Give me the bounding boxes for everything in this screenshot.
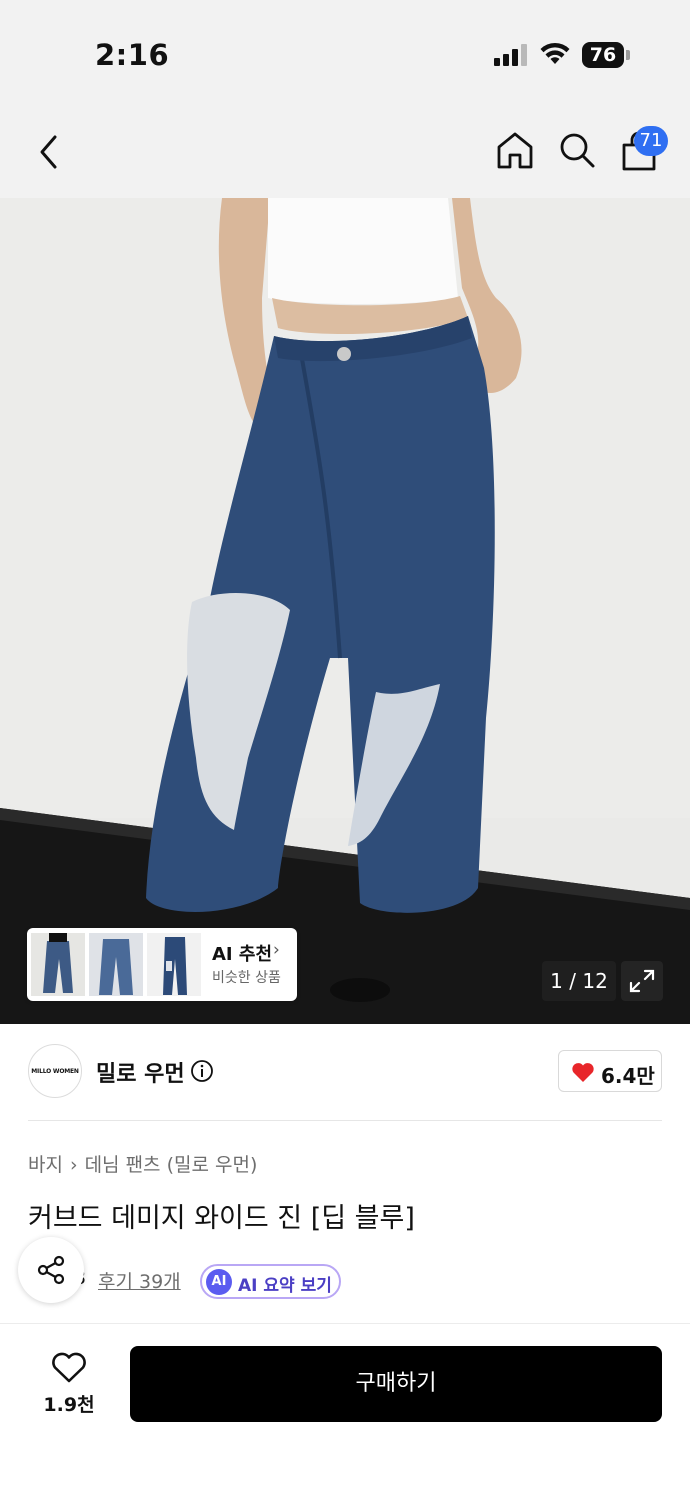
wifi-icon [540,42,570,64]
info-icon[interactable] [190,1059,214,1083]
brand-like-count: 6.4만 [601,1064,655,1088]
cellular-signal-icon [494,44,528,66]
ai-summary-label: AI 요약 보기 [238,1276,332,1296]
product-title: 커브드 데미지 와이드 진 [딥 블루] [28,1203,415,1234]
reviews-link[interactable]: 후기 39개 [98,1267,181,1294]
product-image-carousel[interactable]: AI 추천 › 비슷한 상품 1 / 12 [0,198,690,1024]
heart-outline-icon [52,1352,86,1383]
wishlist-button[interactable]: 1.9천 [30,1348,108,1420]
battery-indicator: 76 [582,42,624,68]
breadcrumb-separator: › [69,1154,78,1176]
cart-count-badge: 71 [634,126,668,156]
brand-name[interactable]: 밀로 우먼 [96,1056,185,1088]
bottom-action-bar: 1.9천 구매하기 [0,1323,690,1500]
ai-badge-icon: AI [206,1269,232,1295]
ai-summary-button[interactable]: AI AI 요약 보기 [200,1264,341,1299]
breadcrumb: 바지 › 데님 팬츠 (밀로 우먼) [28,1150,257,1177]
similar-product-thumb [147,933,201,996]
status-bar: 2:16 76 [0,0,690,105]
buy-button[interactable]: 구매하기 [130,1346,662,1422]
image-page-indicator: 1 / 12 [542,961,616,1001]
home-icon[interactable] [494,129,536,171]
battery-cap [626,50,630,60]
share-button[interactable] [18,1237,84,1303]
expand-icon[interactable] [621,961,663,1001]
divider [28,1120,662,1121]
search-icon[interactable] [556,129,598,171]
heart-filled-icon [572,1063,594,1082]
top-nav-bar [0,105,690,198]
ai-recommend-subtitle: 비슷한 상품 [212,970,281,986]
status-time: 2:16 [95,38,170,72]
breadcrumb-category[interactable]: 바지 [28,1154,63,1176]
brand-logo[interactable]: MILLO WOMEN [28,1044,82,1098]
brand-like-button[interactable]: 6.4만 [558,1050,662,1092]
similar-product-thumb [89,933,143,996]
product-photo [0,198,690,1024]
wishlist-count: 1.9천 [43,1394,95,1416]
ai-recommend-card[interactable]: AI 추천 › 비슷한 상품 [27,928,297,1001]
breadcrumb-subcategory[interactable]: 데님 팬츠 (밀로 우먼) [85,1154,258,1176]
share-icon [37,1255,65,1285]
ai-recommend-title: AI 추천 [212,944,273,965]
similar-product-thumb [31,933,85,996]
chevron-right-icon: › [273,940,280,960]
chevron-left-icon[interactable] [30,131,68,173]
